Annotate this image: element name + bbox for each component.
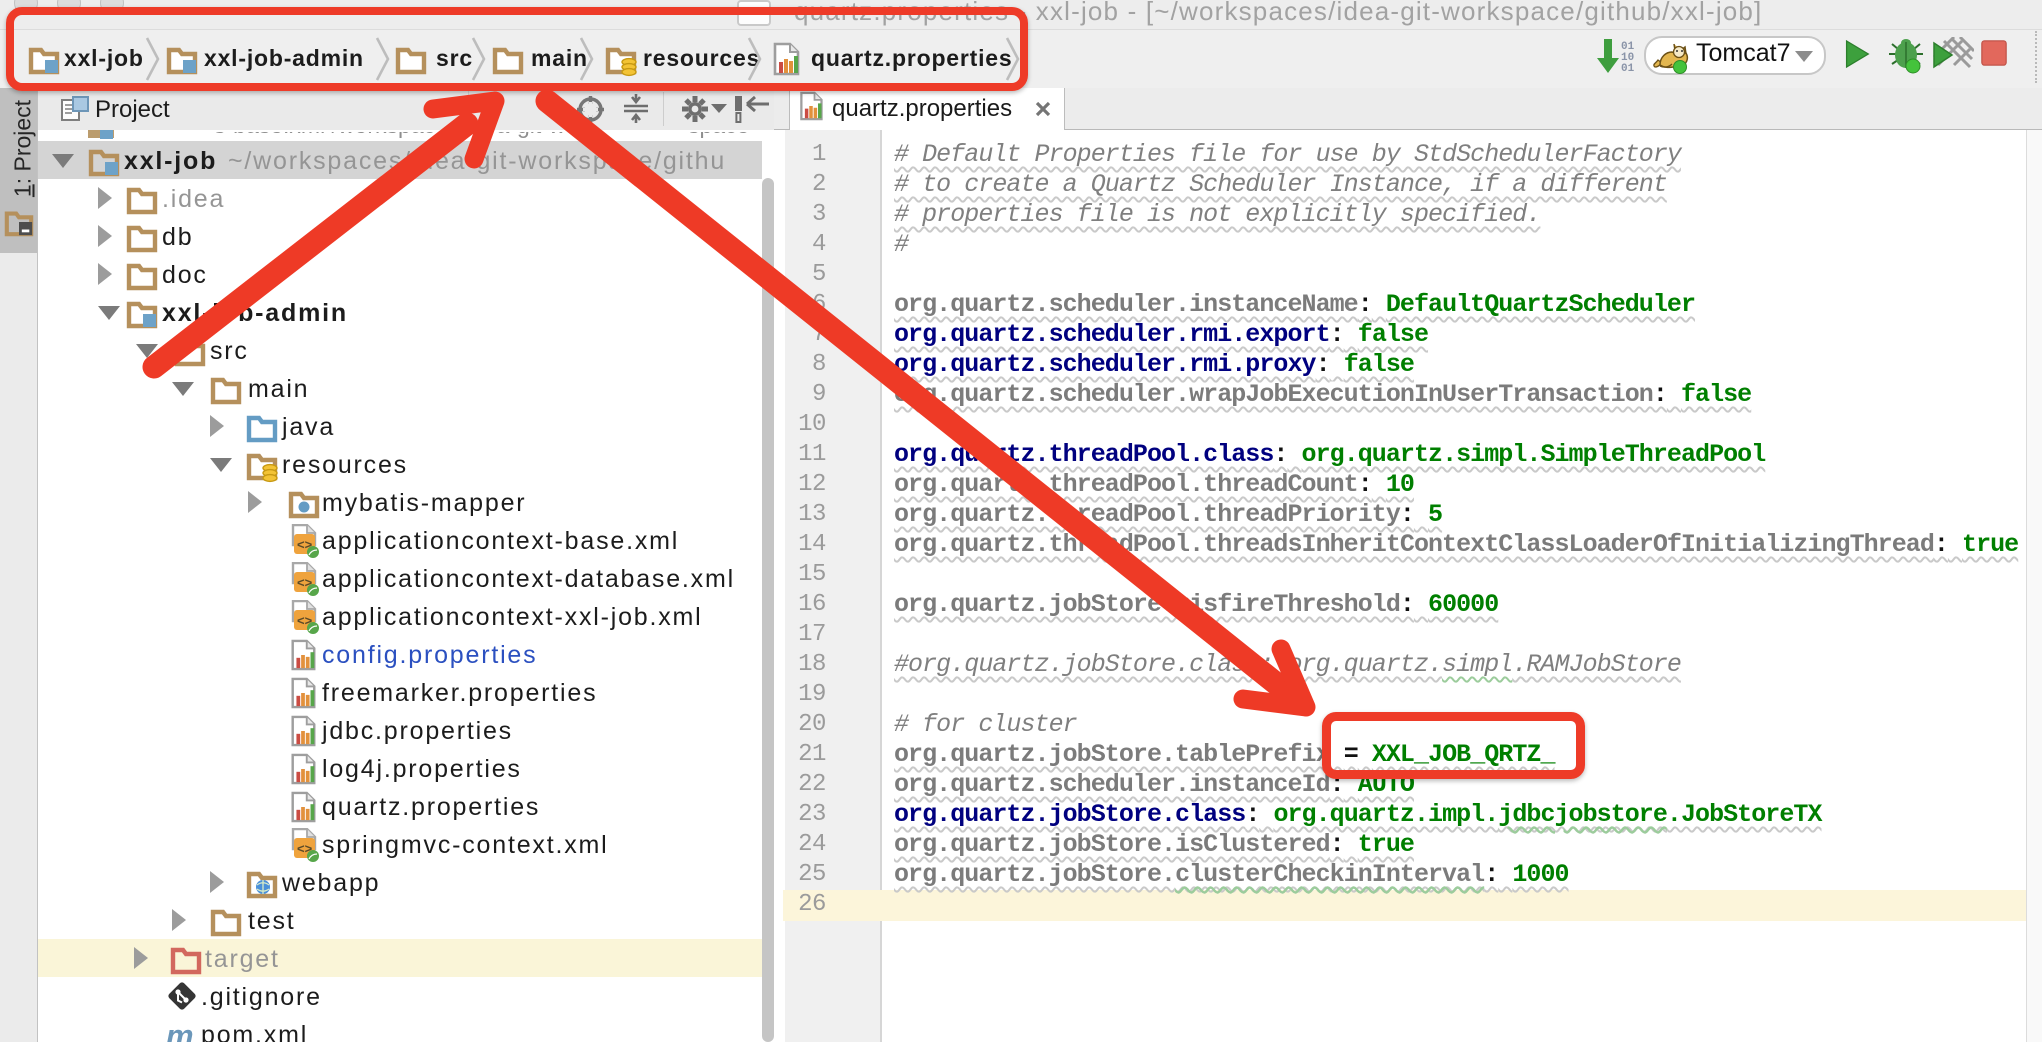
svg-text:01: 01 xyxy=(1621,63,1635,75)
